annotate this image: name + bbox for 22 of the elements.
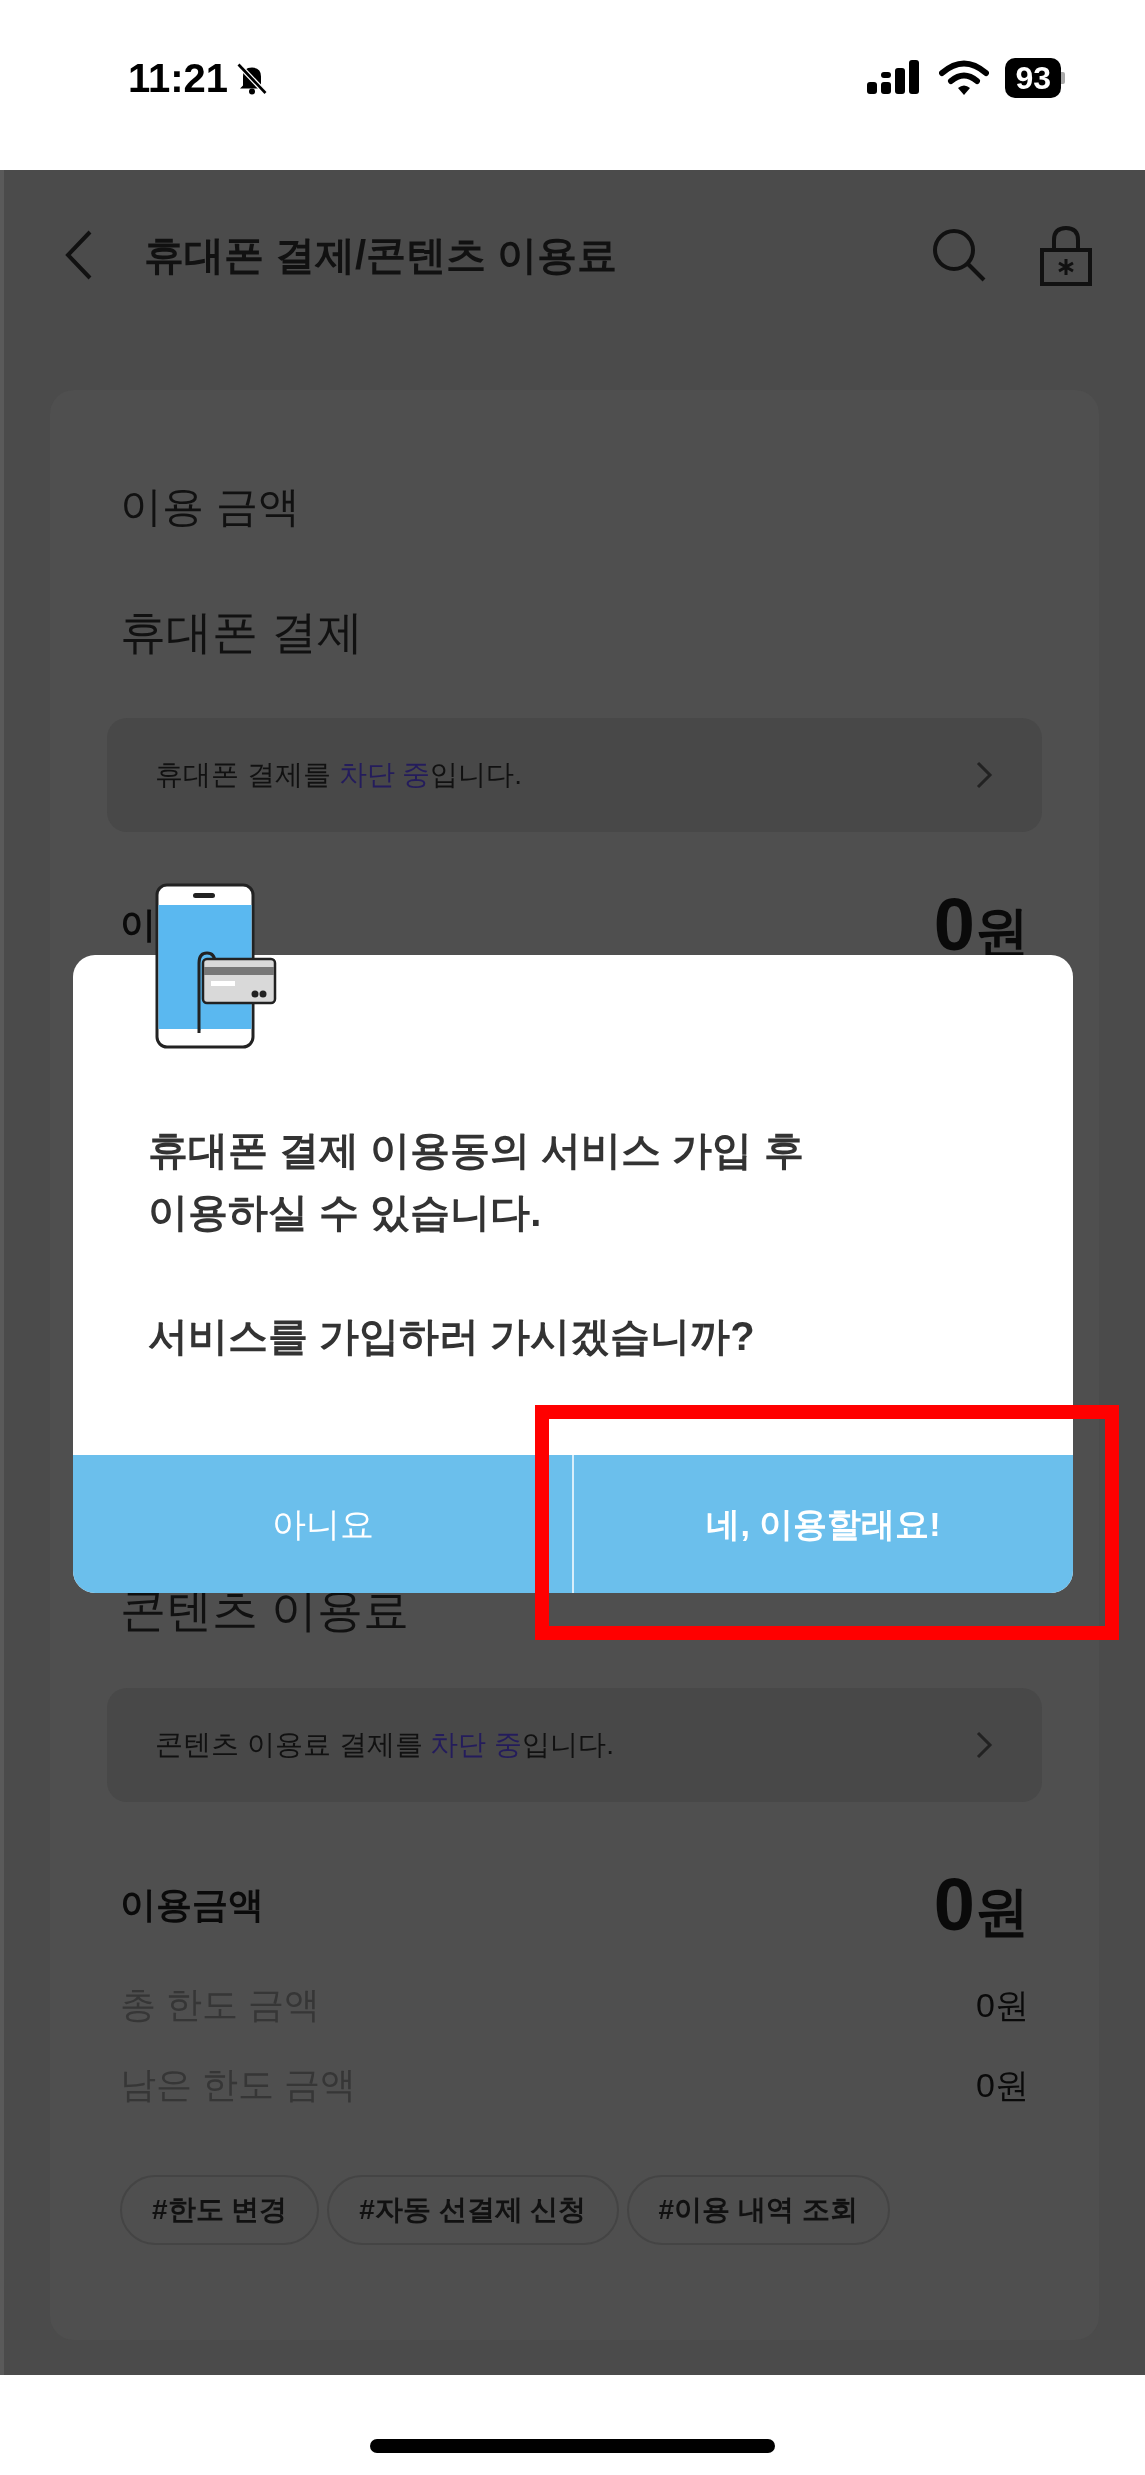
chevron-right-icon: [974, 1729, 994, 1761]
status-time: 11:21: [128, 58, 229, 98]
dialog-message: 서비스를 가입하러 가시겠습니까?: [148, 1313, 756, 1360]
tag-chip[interactable]: #한도 변경: [120, 2175, 320, 2245]
section-title: 휴대폰 결제: [120, 605, 364, 660]
amount-label: 이: [120, 903, 156, 947]
chevron-right-icon: [974, 759, 994, 791]
section-heading: 이용 금액: [120, 482, 301, 532]
tag-chip[interactable]: #자동 선결제 신청: [327, 2175, 619, 2245]
cancel-button[interactable]: 아니요: [73, 1455, 572, 1593]
wifi-icon: [939, 60, 990, 96]
battery-indicator: 93: [1005, 58, 1065, 98]
amount-label: 이용금액: [120, 1883, 264, 1927]
tag-chip[interactable]: #이용 내역 조회: [626, 2175, 890, 2245]
amount-value: 0원: [933, 1868, 1029, 1942]
dialog-message: 휴대폰 결제 이용동의 서비스 가입 후 이용하실 수 있습니다.: [148, 1127, 805, 1236]
confirm-button[interactable]: 네, 이용할래요!: [572, 1455, 1073, 1593]
page-title: 휴대폰 결제/콘텐츠 이용료: [144, 232, 619, 279]
lock-icon[interactable]: [1039, 224, 1093, 286]
back-icon[interactable]: [64, 229, 94, 281]
limit-value: 0원: [976, 1984, 1029, 2026]
limit-value: 0원: [976, 2064, 1029, 2106]
